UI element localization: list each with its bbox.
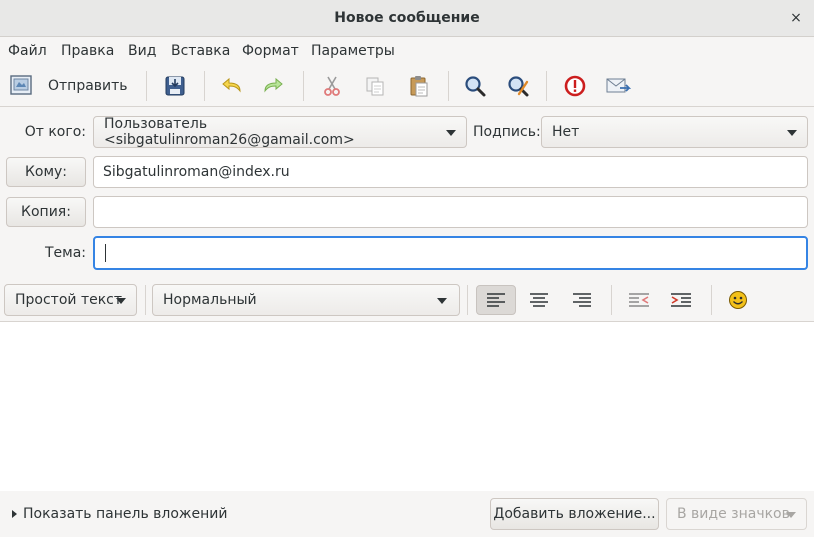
chevron-down-icon [787, 130, 797, 136]
toolbar-separator [546, 71, 547, 101]
cc-button[interactable]: Копия: [6, 197, 86, 227]
format-separator [467, 285, 468, 315]
priority-button[interactable] [560, 70, 590, 102]
cut-button[interactable] [317, 70, 347, 102]
redo-icon [264, 77, 283, 93]
undo-button[interactable] [217, 70, 247, 102]
emoticon-button[interactable] [718, 285, 758, 315]
toolbar-separator [303, 71, 304, 101]
menu-bar: Файл Правка Вид Вставка Формат Параметры [0, 37, 814, 65]
paragraph-style-select[interactable]: Нормальный [152, 284, 460, 316]
align-left-icon [487, 293, 505, 307]
chevron-down-icon [437, 298, 447, 304]
return-receipt-button[interactable] [603, 70, 633, 102]
from-select[interactable]: Пользователь <sibgatulinroman26@gamail.c… [93, 116, 467, 148]
redo-button[interactable] [258, 70, 288, 102]
format-separator [145, 285, 146, 315]
align-right-button[interactable] [562, 285, 602, 315]
indent-icon [671, 293, 691, 307]
return-receipt-icon [606, 78, 631, 93]
save-icon [165, 76, 185, 96]
signature-value: Нет [552, 124, 580, 140]
copy-icon [366, 77, 384, 96]
indent-button[interactable] [661, 285, 701, 315]
attachment-view-value: В виде значков [677, 506, 790, 522]
copy-button[interactable] [360, 70, 390, 102]
signature-label: Подпись: [473, 124, 541, 140]
emoticon-icon [729, 291, 747, 309]
from-label: От кого: [24, 124, 86, 140]
find-button[interactable] [460, 70, 490, 102]
cut-icon [324, 76, 340, 96]
send-label: Отправить [48, 78, 128, 94]
unindent-button[interactable] [619, 285, 659, 315]
paragraph-style-value: Нормальный [163, 292, 257, 308]
subject-label: Тема: [44, 245, 86, 261]
subject-field[interactable] [93, 236, 808, 270]
attachment-bar: Показать панель вложений Добавить вложен… [0, 491, 814, 537]
attachment-view-select[interactable]: В виде значков [666, 498, 807, 530]
align-center-icon [530, 293, 548, 307]
toolbar-separator [448, 71, 449, 101]
toolbar-separator [204, 71, 205, 101]
add-attachment-button[interactable]: Добавить вложение... [490, 498, 659, 530]
align-right-icon [573, 293, 591, 307]
menu-format[interactable]: Формат [242, 43, 299, 59]
find-icon [465, 76, 486, 97]
save-button[interactable] [160, 70, 190, 102]
undo-icon [222, 77, 241, 93]
find-replace-icon [508, 76, 529, 97]
cc-field[interactable] [93, 196, 808, 228]
format-mode-select[interactable]: Простой текст [4, 284, 137, 316]
format-mode-value: Простой текст [15, 292, 123, 308]
chevron-down-icon [786, 512, 796, 518]
close-icon: × [790, 10, 802, 26]
menu-options[interactable]: Параметры [311, 43, 395, 59]
find-replace-button[interactable] [503, 70, 533, 102]
toolbar: Отправить [0, 65, 814, 107]
format-separator [611, 285, 612, 315]
expander-arrow-icon [12, 510, 17, 518]
paste-button[interactable] [404, 70, 434, 102]
menu-insert[interactable]: Вставка [171, 43, 230, 59]
chevron-down-icon [446, 130, 456, 136]
paste-icon [410, 76, 428, 97]
align-left-button[interactable] [476, 285, 516, 315]
text-cursor [105, 244, 106, 262]
menu-file[interactable]: Файл [8, 43, 47, 59]
menu-edit[interactable]: Правка [61, 43, 114, 59]
menu-view[interactable]: Вид [128, 43, 156, 59]
send-button[interactable]: Отправить [8, 70, 128, 102]
signature-select[interactable]: Нет [541, 116, 808, 148]
format-separator [711, 285, 712, 315]
to-field[interactable]: Sibgatulinroman@index.ru [93, 156, 808, 188]
message-body-editor[interactable] [0, 322, 814, 491]
from-value: Пользователь <sibgatulinroman26@gamail.c… [104, 116, 355, 148]
to-value: Sibgatulinroman@index.ru [103, 164, 290, 180]
show-attachments-toggle[interactable]: Показать панель вложений [12, 506, 228, 522]
show-attachments-label: Показать панель вложений [23, 506, 228, 522]
align-center-button[interactable] [519, 285, 559, 315]
chevron-down-icon [116, 298, 126, 304]
close-button[interactable]: × [786, 8, 806, 28]
title-bar: Новое сообщение × [0, 0, 814, 37]
unindent-icon [629, 293, 649, 307]
toolbar-separator [146, 71, 147, 101]
to-button[interactable]: Кому: [6, 157, 86, 187]
send-icon [10, 75, 32, 95]
window-title: Новое сообщение [334, 10, 480, 26]
priority-icon [564, 75, 586, 97]
